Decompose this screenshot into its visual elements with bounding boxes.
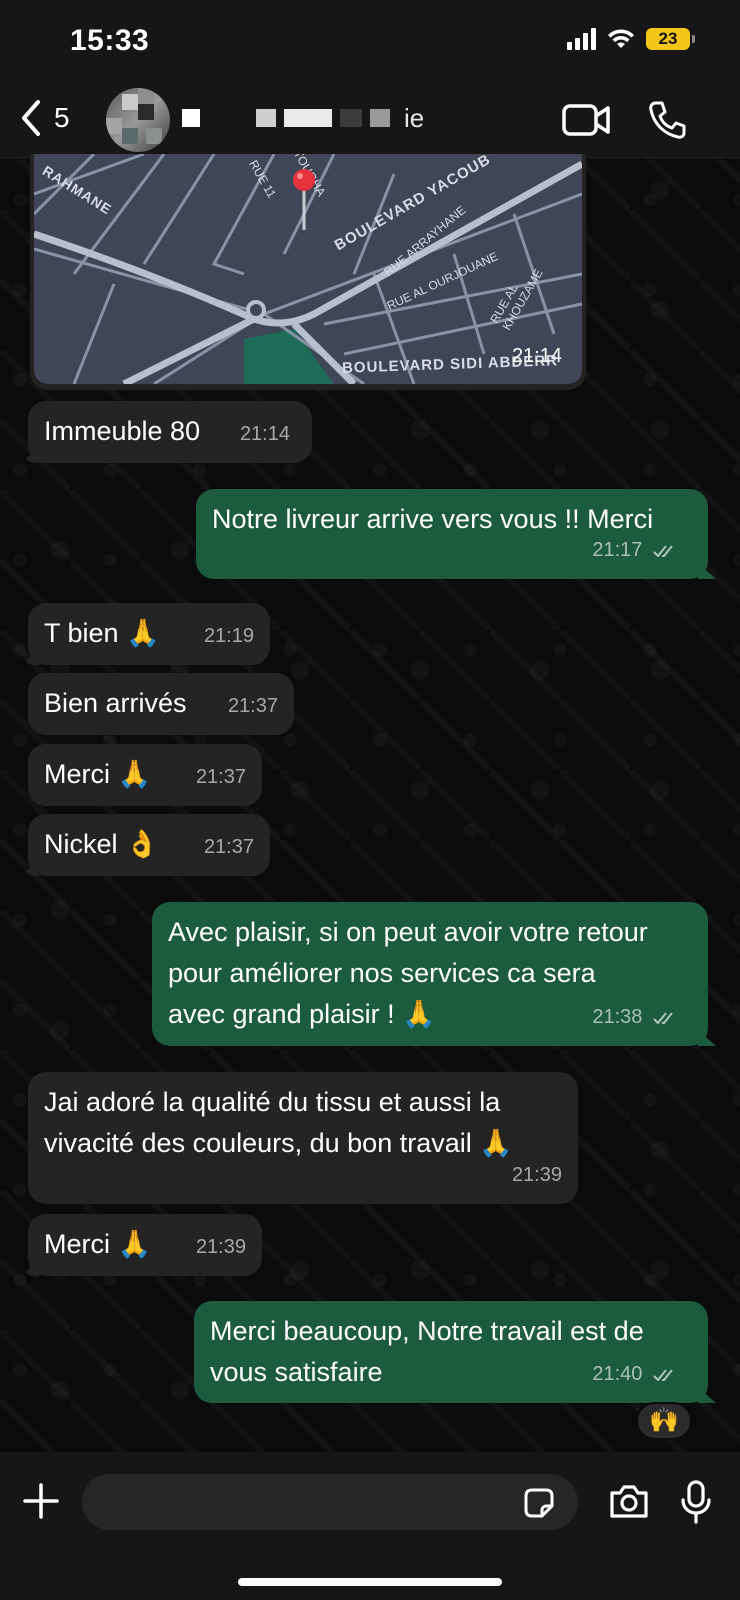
- double-check-icon: [653, 1012, 673, 1025]
- reaction-badge[interactable]: 🙌: [636, 1402, 692, 1440]
- message-text: Immeuble 80: [44, 416, 201, 446]
- redacted-block: [340, 109, 362, 127]
- incoming-message[interactable]: Merci 🙏 21:37: [28, 744, 262, 806]
- map-time: 21:14: [511, 345, 562, 367]
- redacted-block: [370, 109, 390, 127]
- chevron-left-icon: [22, 100, 40, 136]
- video-camera-icon[interactable]: [562, 100, 610, 140]
- plus-icon[interactable]: [22, 1482, 60, 1520]
- message-time: 21:38: [592, 997, 680, 1038]
- microphone-icon[interactable]: [680, 1480, 712, 1524]
- unread-count: 5: [54, 102, 70, 133]
- message-text: Merci 🙏: [44, 759, 152, 789]
- message-time: 21:19: [203, 625, 254, 647]
- sticker-icon[interactable]: [522, 1486, 556, 1520]
- message-time: 21:40: [592, 1354, 680, 1395]
- redacted-block: [284, 109, 332, 127]
- outgoing-message[interactable]: Notre livreur arrive vers vous !! Merci …: [196, 489, 708, 579]
- avatar[interactable]: [106, 88, 170, 152]
- map-preview[interactable]: RAHMANE RUE 11 TOUGHA BOULEVARD YACOUB R…: [34, 154, 582, 384]
- incoming-message[interactable]: Immeuble 80 21:14: [28, 401, 312, 463]
- location-pin-icon: [293, 169, 315, 230]
- contact-name-text: ie: [404, 102, 425, 133]
- camera-icon[interactable]: [608, 1482, 650, 1520]
- incoming-message[interactable]: Merci 🙏 21:39: [28, 1214, 262, 1276]
- message-time: 21:37: [227, 695, 278, 717]
- incoming-message[interactable]: Bien arrivés 21:37: [28, 673, 294, 735]
- redacted-block: [256, 109, 276, 127]
- message-text: Merci 🙏: [44, 1229, 152, 1259]
- message-time: 21:14: [239, 423, 290, 445]
- input-bar: [0, 1452, 740, 1600]
- incoming-message[interactable]: Nickel 👌 21:37: [28, 814, 270, 876]
- message-line: Merci beaucoup, Notre travail est de: [210, 1316, 644, 1346]
- incoming-message[interactable]: Jai adoré la qualité du tissu et aussi l…: [28, 1072, 578, 1204]
- message-text: Bien arrivés: [44, 688, 187, 718]
- double-check-icon: [653, 1369, 673, 1382]
- message-line: vivacité des couleurs, du bon travail 🙏: [44, 1128, 513, 1158]
- cellular-signal-icon: [567, 28, 596, 50]
- double-check-icon: [653, 545, 673, 558]
- message-text: Nickel 👌: [44, 829, 159, 859]
- phone-icon[interactable]: [648, 100, 686, 140]
- home-indicator: [238, 1578, 502, 1586]
- message-time: 21:37: [195, 766, 246, 788]
- back-button[interactable]: 5: [18, 98, 70, 138]
- outgoing-message[interactable]: Avec plaisir, si on peut avoir votre ret…: [152, 902, 708, 1046]
- message-time: 21:37: [203, 836, 254, 858]
- location-message[interactable]: RAHMANE RUE 11 TOUGHA BOULEVARD YACOUB R…: [30, 154, 586, 390]
- battery-icon: 23: [646, 28, 695, 50]
- wifi-icon: [608, 29, 634, 48]
- incoming-message[interactable]: T bien 🙏 21:19: [28, 603, 270, 665]
- redacted-block: [208, 109, 248, 127]
- chat-header: 5 ie: [0, 84, 740, 158]
- message-time: 21:39: [195, 1236, 246, 1258]
- contact-name[interactable]: ie: [182, 100, 424, 136]
- message-input[interactable]: [82, 1474, 578, 1530]
- message-line: pour améliorer nos services ca sera: [168, 958, 596, 988]
- message-time: 21:39: [511, 1164, 562, 1186]
- message-line: Jai adoré la qualité du tissu et aussi l…: [44, 1087, 501, 1117]
- status-icons: 23: [567, 28, 695, 50]
- message-time: 21:17: [592, 530, 680, 571]
- message-line: Avec plaisir, si on peut avoir votre ret…: [168, 917, 648, 947]
- status-time: 15:33: [70, 24, 150, 57]
- message-text: Notre livreur arrive vers vous !! Merci: [212, 504, 654, 534]
- message-text: T bien 🙏: [44, 618, 160, 648]
- status-bar: 15:33 23: [0, 0, 740, 84]
- redacted-block: [182, 109, 200, 127]
- outgoing-message[interactable]: Merci beaucoup, Notre travail est de vou…: [194, 1301, 708, 1403]
